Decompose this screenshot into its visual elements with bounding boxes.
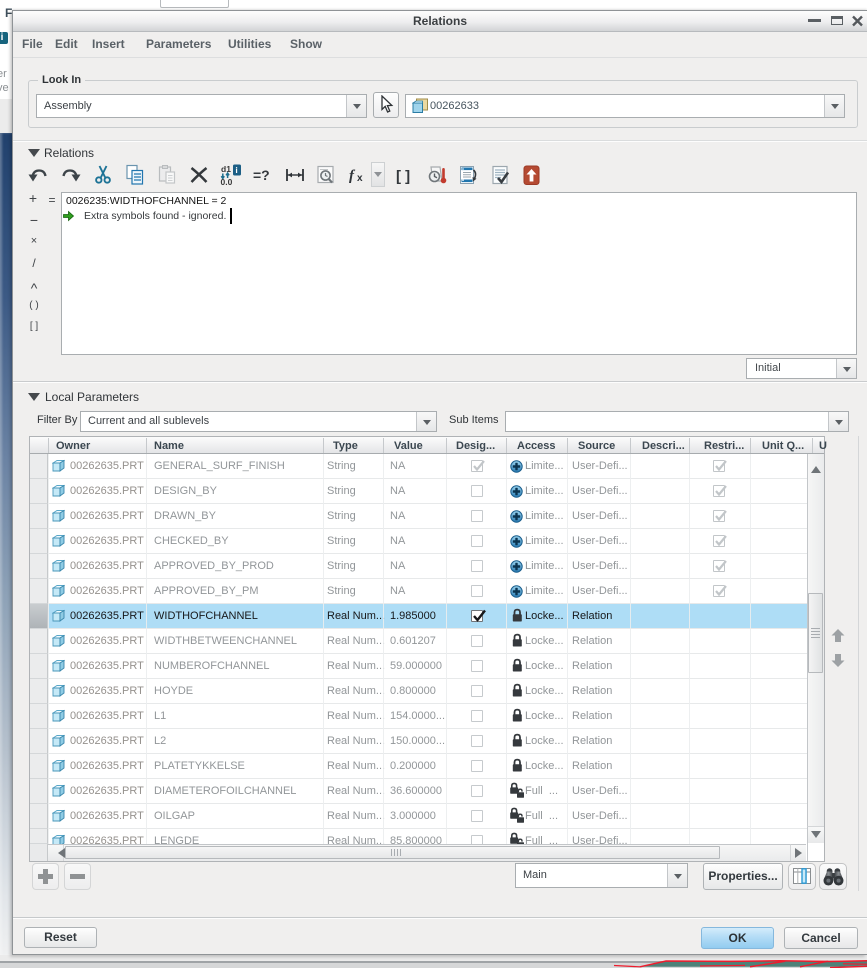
svg-text:=?: =? (253, 167, 270, 183)
svg-text:f: f (349, 168, 356, 184)
svg-text:x: x (357, 173, 363, 184)
svg-text:i: i (235, 165, 237, 175)
svg-text:0.0: 0.0 (221, 177, 233, 186)
svg-text:[ ]: [ ] (396, 168, 410, 185)
svg-text:d1: d1 (221, 164, 231, 174)
